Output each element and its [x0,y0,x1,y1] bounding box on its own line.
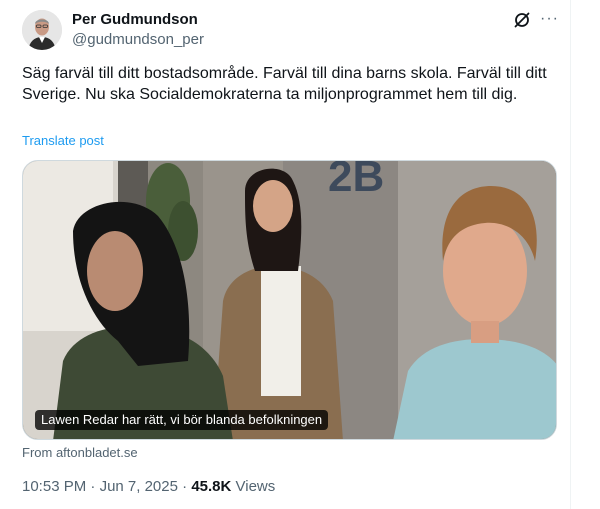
post-container: Per Gudmundson @gudmundson_per ··· Säg f… [0,0,571,509]
image-caption: Lawen Redar har rätt, vi bör blanda befo… [35,410,329,430]
grok-slashed-circle-icon[interactable] [513,11,531,29]
avatar[interactable] [22,10,62,50]
author-display-name[interactable]: Per Gudmundson [72,11,198,29]
translate-post-link[interactable]: Translate post [22,133,104,149]
views-count: 45.8K [191,478,232,495]
post-metadata: 10:53 PM · Jun 7, 2025 · 45.8K Views [22,478,275,496]
post-text: Säg farväl till ditt bostadsområde. Farv… [22,65,547,103]
avatar-portrait-image [22,10,62,50]
views-label: Views [235,478,276,495]
building-sign-text: 2B [328,161,384,201]
author-handle[interactable]: @gudmundson_per [72,31,204,49]
post-date[interactable]: Jun 7, 2025 [100,478,178,495]
post-time[interactable]: 10:53 PM [22,478,86,495]
meta-separator: · [182,478,188,495]
link-source[interactable]: From aftonbladet.se [22,445,138,461]
more-horizontal-icon[interactable]: ··· [540,10,558,28]
meta-separator: · [90,478,96,495]
news-photo: 2B [23,161,556,439]
link-card-image[interactable]: 2B Lawen Redar har rätt, vi bör blanda b… [22,160,557,440]
